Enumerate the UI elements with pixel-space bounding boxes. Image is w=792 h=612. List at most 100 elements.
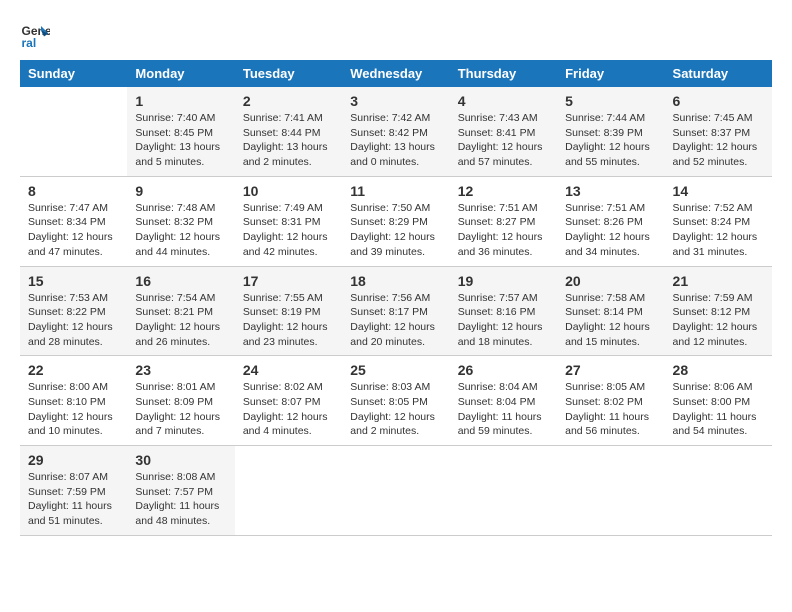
cell-content: Sunrise: 8:07 AM Sunset: 7:59 PM Dayligh… [28,470,119,529]
calendar-cell: 28 Sunrise: 8:06 AM Sunset: 8:00 PM Dayl… [665,356,772,446]
cell-content: Sunrise: 8:06 AM Sunset: 8:00 PM Dayligh… [673,380,764,439]
calendar-cell: 16 Sunrise: 7:54 AM Sunset: 8:21 PM Dayl… [127,266,234,356]
calendar-week-row: 22 Sunrise: 8:00 AM Sunset: 8:10 PM Dayl… [20,356,772,446]
cell-content: Sunrise: 8:03 AM Sunset: 8:05 PM Dayligh… [350,380,441,439]
cell-content: Sunrise: 7:52 AM Sunset: 8:24 PM Dayligh… [673,201,764,260]
calendar-cell: 9 Sunrise: 7:48 AM Sunset: 8:32 PM Dayli… [127,176,234,266]
cell-content: Sunrise: 7:44 AM Sunset: 8:39 PM Dayligh… [565,111,656,170]
day-number: 2 [243,93,334,109]
day-number: 23 [135,362,226,378]
cell-content: Sunrise: 7:45 AM Sunset: 8:37 PM Dayligh… [673,111,764,170]
day-number: 16 [135,273,226,289]
calendar-cell: 11 Sunrise: 7:50 AM Sunset: 8:29 PM Dayl… [342,176,449,266]
calendar-cell [450,446,557,536]
day-number: 14 [673,183,764,199]
calendar-cell: 1 Sunrise: 7:40 AM Sunset: 8:45 PM Dayli… [127,87,234,176]
calendar-cell: 22 Sunrise: 8:00 AM Sunset: 8:10 PM Dayl… [20,356,127,446]
day-number: 27 [565,362,656,378]
day-number: 5 [565,93,656,109]
cell-content: Sunrise: 7:55 AM Sunset: 8:19 PM Dayligh… [243,291,334,350]
calendar-cell: 6 Sunrise: 7:45 AM Sunset: 8:37 PM Dayli… [665,87,772,176]
calendar-cell: 20 Sunrise: 7:58 AM Sunset: 8:14 PM Dayl… [557,266,664,356]
calendar-cell: 5 Sunrise: 7:44 AM Sunset: 8:39 PM Dayli… [557,87,664,176]
cell-content: Sunrise: 7:51 AM Sunset: 8:26 PM Dayligh… [565,201,656,260]
calendar-cell: 8 Sunrise: 7:47 AM Sunset: 8:34 PM Dayli… [20,176,127,266]
day-number: 30 [135,452,226,468]
cell-content: Sunrise: 7:51 AM Sunset: 8:27 PM Dayligh… [458,201,549,260]
day-number: 25 [350,362,441,378]
cell-content: Sunrise: 7:41 AM Sunset: 8:44 PM Dayligh… [243,111,334,170]
calendar-cell: 18 Sunrise: 7:56 AM Sunset: 8:17 PM Dayl… [342,266,449,356]
column-header-saturday: Saturday [665,60,772,87]
day-number: 8 [28,183,119,199]
day-number: 19 [458,273,549,289]
cell-content: Sunrise: 7:57 AM Sunset: 8:16 PM Dayligh… [458,291,549,350]
cell-content: Sunrise: 8:02 AM Sunset: 8:07 PM Dayligh… [243,380,334,439]
day-number: 4 [458,93,549,109]
calendar-cell: 19 Sunrise: 7:57 AM Sunset: 8:16 PM Dayl… [450,266,557,356]
calendar-cell: 26 Sunrise: 8:04 AM Sunset: 8:04 PM Dayl… [450,356,557,446]
cell-content: Sunrise: 7:58 AM Sunset: 8:14 PM Dayligh… [565,291,656,350]
column-header-monday: Monday [127,60,234,87]
calendar-cell: 27 Sunrise: 8:05 AM Sunset: 8:02 PM Dayl… [557,356,664,446]
calendar-cell: 30 Sunrise: 8:08 AM Sunset: 7:57 PM Dayl… [127,446,234,536]
cell-content: Sunrise: 7:40 AM Sunset: 8:45 PM Dayligh… [135,111,226,170]
calendar-cell [20,87,127,176]
cell-content: Sunrise: 7:53 AM Sunset: 8:22 PM Dayligh… [28,291,119,350]
calendar-cell [665,446,772,536]
calendar-cell: 13 Sunrise: 7:51 AM Sunset: 8:26 PM Dayl… [557,176,664,266]
day-number: 9 [135,183,226,199]
day-number: 26 [458,362,549,378]
calendar-cell: 15 Sunrise: 7:53 AM Sunset: 8:22 PM Dayl… [20,266,127,356]
cell-content: Sunrise: 7:54 AM Sunset: 8:21 PM Dayligh… [135,291,226,350]
logo-icon: Gene ral [20,20,50,50]
calendar-cell: 3 Sunrise: 7:42 AM Sunset: 8:42 PM Dayli… [342,87,449,176]
cell-content: Sunrise: 8:08 AM Sunset: 7:57 PM Dayligh… [135,470,226,529]
calendar-week-row: 29 Sunrise: 8:07 AM Sunset: 7:59 PM Dayl… [20,446,772,536]
header-row: SundayMondayTuesdayWednesdayThursdayFrid… [20,60,772,87]
day-number: 20 [565,273,656,289]
cell-content: Sunrise: 7:48 AM Sunset: 8:32 PM Dayligh… [135,201,226,260]
cell-content: Sunrise: 7:43 AM Sunset: 8:41 PM Dayligh… [458,111,549,170]
day-number: 10 [243,183,334,199]
page-header: Gene ral [20,20,772,50]
day-number: 13 [565,183,656,199]
calendar-cell: 4 Sunrise: 7:43 AM Sunset: 8:41 PM Dayli… [450,87,557,176]
calendar-week-row: 1 Sunrise: 7:40 AM Sunset: 8:45 PM Dayli… [20,87,772,176]
day-number: 24 [243,362,334,378]
day-number: 6 [673,93,764,109]
day-number: 3 [350,93,441,109]
day-number: 12 [458,183,549,199]
cell-content: Sunrise: 7:56 AM Sunset: 8:17 PM Dayligh… [350,291,441,350]
column-header-sunday: Sunday [20,60,127,87]
column-header-wednesday: Wednesday [342,60,449,87]
column-header-tuesday: Tuesday [235,60,342,87]
calendar-cell: 2 Sunrise: 7:41 AM Sunset: 8:44 PM Dayli… [235,87,342,176]
cell-content: Sunrise: 7:50 AM Sunset: 8:29 PM Dayligh… [350,201,441,260]
calendar-cell: 25 Sunrise: 8:03 AM Sunset: 8:05 PM Dayl… [342,356,449,446]
cell-content: Sunrise: 7:59 AM Sunset: 8:12 PM Dayligh… [673,291,764,350]
cell-content: Sunrise: 8:04 AM Sunset: 8:04 PM Dayligh… [458,380,549,439]
calendar-cell: 21 Sunrise: 7:59 AM Sunset: 8:12 PM Dayl… [665,266,772,356]
cell-content: Sunrise: 8:00 AM Sunset: 8:10 PM Dayligh… [28,380,119,439]
cell-content: Sunrise: 7:42 AM Sunset: 8:42 PM Dayligh… [350,111,441,170]
calendar-cell [235,446,342,536]
calendar-cell [557,446,664,536]
column-header-friday: Friday [557,60,664,87]
day-number: 18 [350,273,441,289]
day-number: 15 [28,273,119,289]
day-number: 21 [673,273,764,289]
day-number: 1 [135,93,226,109]
calendar-table: SundayMondayTuesdayWednesdayThursdayFrid… [20,60,772,536]
calendar-cell: 17 Sunrise: 7:55 AM Sunset: 8:19 PM Dayl… [235,266,342,356]
calendar-cell: 10 Sunrise: 7:49 AM Sunset: 8:31 PM Dayl… [235,176,342,266]
calendar-cell: 29 Sunrise: 8:07 AM Sunset: 7:59 PM Dayl… [20,446,127,536]
day-number: 17 [243,273,334,289]
calendar-week-row: 15 Sunrise: 7:53 AM Sunset: 8:22 PM Dayl… [20,266,772,356]
calendar-cell: 12 Sunrise: 7:51 AM Sunset: 8:27 PM Dayl… [450,176,557,266]
calendar-cell: 14 Sunrise: 7:52 AM Sunset: 8:24 PM Dayl… [665,176,772,266]
day-number: 28 [673,362,764,378]
calendar-cell: 24 Sunrise: 8:02 AM Sunset: 8:07 PM Dayl… [235,356,342,446]
column-header-thursday: Thursday [450,60,557,87]
logo: Gene ral [20,20,54,50]
